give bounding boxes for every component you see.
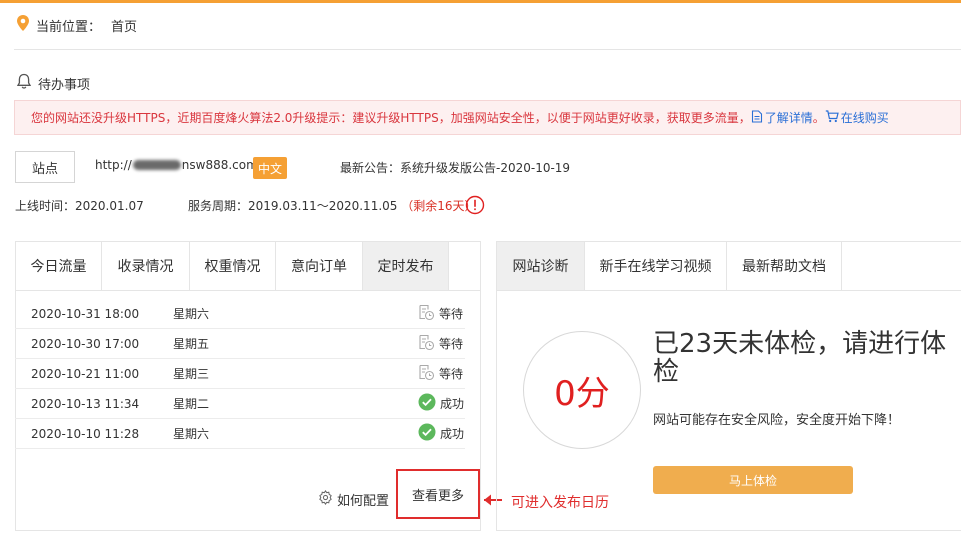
success-check-icon [418, 423, 436, 444]
view-more-button[interactable]: 查看更多 [396, 469, 480, 519]
tab-weight[interactable]: 权重情况 [190, 242, 276, 290]
pending-icon [418, 304, 435, 324]
language-badge[interactable]: 中文 [253, 157, 287, 179]
start-checkup-button[interactable]: 马上体检 [653, 466, 853, 494]
latest-announcement[interactable]: 最新公告：系统升级发版公告-2020-10-19 [340, 159, 570, 176]
status-label: 成功 [440, 397, 465, 411]
site-url[interactable]: http:// nsw888.com [95, 158, 258, 172]
tab-today-traffic[interactable]: 今日流量 [16, 242, 102, 290]
row-status: 成功 [418, 423, 464, 444]
divider [14, 49, 961, 50]
row-datetime: 2020-10-31 18:00 [31, 306, 140, 321]
tab-beginner-videos[interactable]: 新手在线学习视频 [585, 242, 727, 290]
buy-online-label: 在线购买 [840, 111, 889, 125]
cart-icon [825, 109, 841, 126]
table-row[interactable]: 2020-10-31 18:00 星期六 等待 [15, 299, 465, 329]
status-label: 等待 [439, 367, 464, 381]
service-period-text: 服务周期：2019.03.11～2020.11.05 [188, 199, 398, 213]
table-row[interactable]: 2020-10-21 11:00 星期三 等待 [15, 359, 465, 389]
bell-icon [16, 73, 32, 94]
row-datetime: 2020-10-21 11:00 [31, 366, 140, 381]
tab-index-status[interactable]: 收录情况 [102, 242, 190, 290]
todo-header: 待办事项 [16, 72, 90, 94]
row-status: 等待 [418, 334, 463, 354]
buy-online-link[interactable]: 在线购买 [825, 109, 889, 126]
row-datetime: 2020-10-10 11:28 [31, 426, 140, 441]
learn-more-label: 了解详情 [764, 111, 813, 125]
document-icon [751, 109, 765, 126]
tab-scheduled-publish[interactable]: 定时发布 [363, 242, 449, 290]
row-weekday: 星期三 [173, 367, 210, 381]
tab-site-diagnosis[interactable]: 网站诊断 [497, 242, 585, 290]
online-date: 上线时间：2020.01.07 [15, 199, 144, 213]
table-row[interactable]: 2020-10-13 11:34 星期二 成功 [15, 389, 465, 419]
site-url-prefix: http:// [95, 158, 132, 172]
row-status: 成功 [418, 393, 464, 414]
status-label: 成功 [440, 427, 465, 441]
schedule-tabs: 今日流量 收录情况 权重情况 意向订单 定时发布 [16, 242, 480, 291]
breadcrumb-home[interactable]: 首页 [111, 16, 137, 35]
location-pin-icon [16, 15, 30, 35]
success-check-icon [418, 393, 436, 414]
row-weekday: 星期二 [173, 397, 210, 411]
breadcrumb-label: 当前位置： [36, 19, 102, 35]
diagnosis-tabs: 网站诊断 新手在线学习视频 最新帮助文档 [497, 242, 961, 291]
tab-orders[interactable]: 意向订单 [276, 242, 363, 290]
row-weekday: 星期六 [173, 307, 210, 321]
row-datetime: 2020-10-30 17:00 [31, 336, 140, 351]
checkup-description: 网站可能存在安全风险，安全度开始下降！ [653, 413, 901, 428]
pending-icon [418, 334, 435, 354]
row-status: 等待 [418, 304, 463, 324]
status-label: 等待 [439, 337, 464, 351]
how-to-configure-label: 如何配置 [337, 494, 390, 509]
row-weekday: 星期六 [173, 427, 210, 441]
redacted-blur [132, 160, 181, 170]
https-notice-banner: 您的网站还没升级HTTPS，近期百度烽火算法2.0升级提示：建议升级HTTPS，… [14, 100, 961, 135]
table-row[interactable]: 2020-10-10 11:28 星期六 成功 [15, 419, 465, 449]
top-accent-line [0, 0, 961, 3]
table-row[interactable]: 2020-10-30 17:00 星期五 等待 [15, 329, 465, 359]
warning-icon[interactable] [465, 195, 485, 219]
row-status: 等待 [418, 364, 463, 384]
notice-text: 您的网站还没升级HTTPS，近期百度烽火算法2.0升级提示：建议升级HTTPS，… [31, 111, 751, 125]
gear-icon [318, 490, 333, 509]
row-datetime: 2020-10-13 11:34 [31, 396, 140, 411]
health-score: 0分 [523, 331, 641, 449]
checkup-title: 已23天未体检，请进行体检 [653, 329, 947, 387]
site-button[interactable]: 站点 [15, 151, 75, 183]
how-to-configure-link[interactable]: 如何配置 [318, 490, 389, 509]
status-label: 等待 [439, 307, 464, 321]
breadcrumb: 当前位置： 首页 [16, 14, 137, 36]
todo-title: 待办事项 [38, 77, 91, 93]
view-more-label: 查看更多 [411, 488, 464, 504]
site-url-suffix: nsw888.com [181, 158, 258, 172]
tab-help-docs[interactable]: 最新帮助文档 [727, 242, 842, 290]
pending-icon [418, 364, 435, 384]
learn-more-link[interactable]: 了解详情 [751, 109, 813, 126]
row-weekday: 星期五 [173, 337, 210, 351]
service-period: 服务周期：2019.03.11～2020.11.05 （剩余16天） [188, 197, 477, 214]
